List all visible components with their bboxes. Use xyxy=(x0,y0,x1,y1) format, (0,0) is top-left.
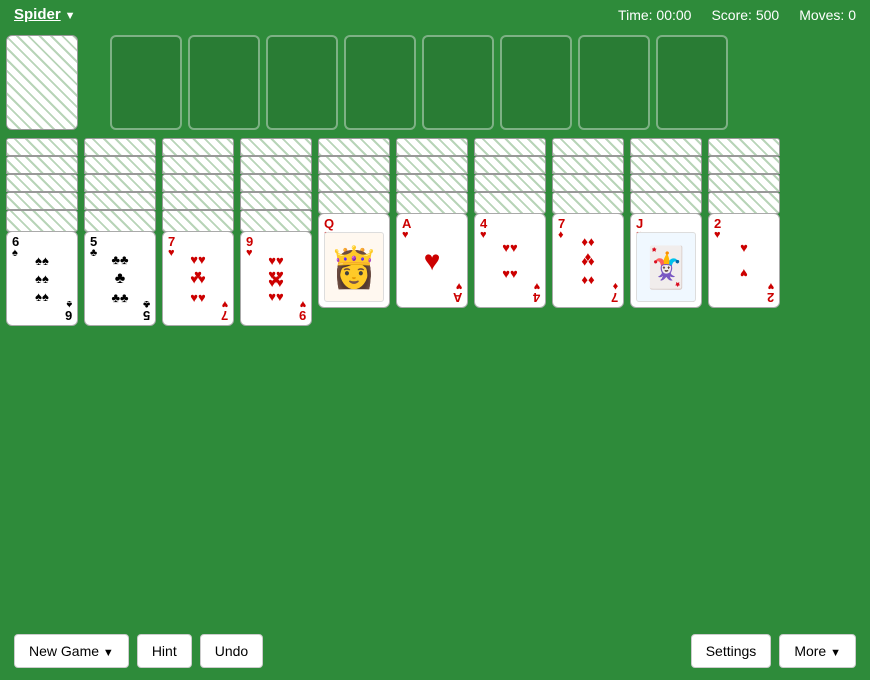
face-down-card xyxy=(318,138,390,156)
foundation-1 xyxy=(110,35,182,130)
tableau-column-7: 7♦7♦ ♦ ♦ ♦ ♦ ♦ ♦ ♦ xyxy=(552,138,624,326)
face-down-card xyxy=(6,174,78,192)
face-down-card xyxy=(474,138,546,156)
top-area xyxy=(0,29,870,138)
face-down-card xyxy=(162,156,234,174)
score-display: Score: 500 xyxy=(711,7,779,23)
foundation-8 xyxy=(656,35,728,130)
face-down-card xyxy=(474,174,546,192)
new-game-button[interactable]: New Game ▼ xyxy=(14,634,129,668)
hint-button[interactable]: Hint xyxy=(137,634,192,668)
face-down-card xyxy=(552,174,624,192)
face-down-card xyxy=(630,192,702,214)
face-up-card[interactable]: J♥J♥🃏 xyxy=(630,213,702,308)
face-up-card[interactable]: 7♦7♦ ♦ ♦ ♦ ♦ ♦ ♦ ♦ xyxy=(552,213,624,308)
face-down-card xyxy=(240,138,312,156)
face-up-card[interactable]: Q♥Q♥👸 xyxy=(318,213,390,308)
foundation-3 xyxy=(266,35,338,130)
face-down-card xyxy=(552,138,624,156)
face-up-card[interactable]: 9♥9♥ ♥ ♥ ♥ ♥ ♥ ♥ ♥ ♥ ♥ xyxy=(240,231,312,326)
face-up-card[interactable]: 4♥4♥♥♥♥♥ xyxy=(474,213,546,308)
face-down-card xyxy=(240,210,312,232)
face-up-card[interactable]: 5♣5♣ ♣ ♣ ♣ ♣ ♣ xyxy=(84,231,156,326)
face-down-card xyxy=(630,156,702,174)
face-down-card xyxy=(84,156,156,174)
face-up-card[interactable]: 6♠6♠♠♠♠♠♠♠ xyxy=(6,231,78,326)
tableau-column-9: 2♥2♥♥♥ xyxy=(708,138,780,326)
footer: New Game ▼ Hint Undo Settings More ▼ xyxy=(0,622,870,680)
face-down-card xyxy=(318,156,390,174)
face-down-card xyxy=(162,210,234,232)
face-down-card xyxy=(396,138,468,156)
face-down-card xyxy=(474,156,546,174)
face-down-card xyxy=(162,138,234,156)
face-down-card xyxy=(708,192,780,214)
face-down-card xyxy=(84,174,156,192)
face-down-card xyxy=(552,156,624,174)
face-down-card xyxy=(240,174,312,192)
face-down-card xyxy=(708,174,780,192)
face-down-card xyxy=(6,138,78,156)
face-down-card xyxy=(708,156,780,174)
face-down-card xyxy=(630,138,702,156)
face-down-card xyxy=(240,156,312,174)
face-down-card xyxy=(474,192,546,214)
undo-button[interactable]: Undo xyxy=(200,634,263,668)
game-title[interactable]: Spider xyxy=(14,6,61,23)
tableau-column-3: 9♥9♥ ♥ ♥ ♥ ♥ ♥ ♥ ♥ ♥ ♥ xyxy=(240,138,312,326)
tableau: 6♠6♠♠♠♠♠♠♠5♣5♣ ♣ ♣ ♣ ♣ ♣ 7♥7♥ ♥ ♥ ♥ ♥ ♥ … xyxy=(0,138,870,326)
foundation-6 xyxy=(500,35,572,130)
stock-pile[interactable] xyxy=(6,35,78,130)
face-down-card xyxy=(396,192,468,214)
face-down-card xyxy=(162,174,234,192)
settings-button[interactable]: Settings xyxy=(691,634,772,668)
face-up-card[interactable]: 2♥2♥♥♥ xyxy=(708,213,780,308)
face-down-card xyxy=(6,156,78,174)
tableau-column-5: A♥A♥♥ xyxy=(396,138,468,326)
foundation-5 xyxy=(422,35,494,130)
title-chevron[interactable]: ▼ xyxy=(65,10,76,22)
face-down-card xyxy=(318,192,390,214)
foundation-4 xyxy=(344,35,416,130)
tableau-column-4: Q♥Q♥👸 xyxy=(318,138,390,326)
face-down-card xyxy=(84,138,156,156)
face-down-card xyxy=(630,174,702,192)
tableau-column-1: 5♣5♣ ♣ ♣ ♣ ♣ ♣ xyxy=(84,138,156,326)
tableau-column-2: 7♥7♥ ♥ ♥ ♥ ♥ ♥ ♥ ♥ xyxy=(162,138,234,326)
face-up-card[interactable]: A♥A♥♥ xyxy=(396,213,468,308)
more-button[interactable]: More ▼ xyxy=(779,634,856,668)
face-down-card xyxy=(6,210,78,232)
tableau-column-6: 4♥4♥♥♥♥♥ xyxy=(474,138,546,326)
face-down-card xyxy=(396,174,468,192)
foundation-7 xyxy=(578,35,650,130)
face-down-card xyxy=(240,192,312,210)
face-down-card xyxy=(318,174,390,192)
face-down-card xyxy=(162,192,234,210)
time-display: Time: 00:00 xyxy=(618,7,691,23)
face-up-card[interactable]: 7♥7♥ ♥ ♥ ♥ ♥ ♥ ♥ ♥ xyxy=(162,231,234,326)
foundation-2 xyxy=(188,35,260,130)
moves-display: Moves: 0 xyxy=(799,7,856,23)
face-down-card xyxy=(552,192,624,214)
face-down-card xyxy=(708,138,780,156)
tableau-column-0: 6♠6♠♠♠♠♠♠♠ xyxy=(6,138,78,326)
face-down-card xyxy=(6,192,78,210)
face-down-card xyxy=(84,192,156,210)
face-down-card xyxy=(84,210,156,232)
tableau-column-8: J♥J♥🃏 xyxy=(630,138,702,326)
face-down-card xyxy=(396,156,468,174)
